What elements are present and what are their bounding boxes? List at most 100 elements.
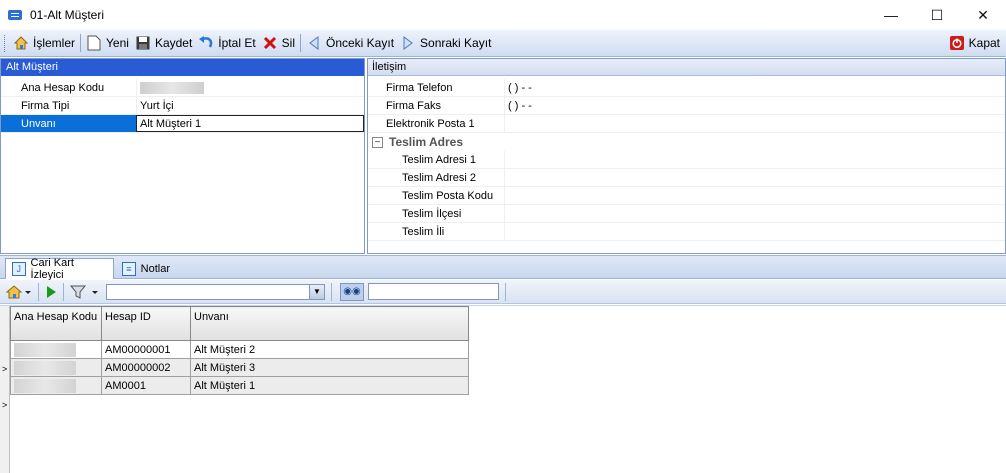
home-menu-button[interactable] [6, 282, 32, 302]
search-input[interactable] [368, 283, 499, 300]
firma-faks-input[interactable]: ( ) - - [504, 97, 1005, 114]
column-header-hesap-id[interactable]: Hesap ID [101, 306, 191, 341]
new-label: Yeni [106, 36, 129, 50]
cell-hesap-id[interactable]: AM00000001 [101, 340, 191, 359]
chevron-right-icon: > [2, 400, 8, 410]
undo-icon [198, 35, 214, 51]
property-row-firma-telefon[interactable]: Firma Telefon ( ) - - [368, 79, 1005, 97]
close-window-button[interactable]: ✕ [960, 0, 1006, 30]
maximize-button[interactable]: ☐ [914, 0, 960, 30]
close-form-button[interactable]: Kapat [946, 32, 1003, 54]
window-controls: — ☐ ✕ [868, 0, 1006, 30]
table-row[interactable]: AM00000002 Alt Müşteri 3 [10, 358, 469, 377]
previous-icon [306, 35, 322, 51]
elektronik-posta-input[interactable] [504, 115, 1005, 132]
cell-ana-hesap-kodu[interactable] [10, 358, 102, 377]
column-header-ana-hesap-kodu[interactable]: Ana Hesap Kodu [10, 306, 102, 341]
binoculars-icon: ◉◉ [343, 286, 361, 297]
next-record-button[interactable]: Sonraki Kayıt [397, 32, 494, 54]
home-icon [6, 284, 31, 298]
teslim-ilcesi-input[interactable] [504, 205, 1005, 222]
property-label: Teslim Posta Kodu [402, 190, 494, 202]
teslim-posta-kodu-input[interactable] [504, 187, 1005, 204]
property-row-unvani[interactable]: Unvanı Alt Müşteri 1 [1, 115, 364, 133]
property-label: Teslim Adresi 1 [402, 154, 476, 166]
filter-menu-button[interactable] [70, 282, 100, 302]
cell-hesap-id[interactable]: AM0001 [101, 376, 191, 395]
property-row-elektronik-posta[interactable]: Elektronik Posta 1 [368, 115, 1005, 133]
main-toolbar: İşlemler Yeni Kaydet İptal Et Sil Önceki… [0, 30, 1006, 57]
unvani-input[interactable]: Alt Müşteri 1 [136, 115, 364, 132]
property-row-firma-faks[interactable]: Firma Faks ( ) - - [368, 97, 1005, 115]
property-row-ana-hesap-kodu[interactable]: Ana Hesap Kodu [1, 79, 364, 97]
cell-ana-hesap-kodu[interactable] [10, 376, 102, 395]
cell-hesap-id[interactable]: AM00000002 [101, 358, 191, 377]
cancel-button[interactable]: İptal Et [195, 32, 258, 54]
cell-unvani[interactable]: Alt Müşteri 2 [190, 340, 469, 359]
next-icon [400, 35, 416, 51]
chevron-down-icon[interactable]: ▼ [309, 284, 324, 299]
column-header-unvani[interactable]: Unvanı [190, 306, 469, 341]
tab-label: Notlar [140, 262, 170, 275]
property-label: Teslim Adresi 2 [402, 172, 476, 184]
cell-unvani[interactable]: Alt Müşteri 1 [190, 376, 469, 395]
cell-unvani[interactable]: Alt Müşteri 3 [190, 358, 469, 377]
table-row[interactable]: AM0001 Alt Müşteri 1 [10, 376, 469, 395]
row-indicator-column[interactable]: > > [0, 306, 10, 473]
find-button[interactable]: ◉◉ [340, 282, 364, 301]
new-button[interactable]: Yeni [83, 32, 132, 54]
redacted-value [14, 360, 76, 375]
toolbar-separator [38, 282, 39, 301]
home-icon [13, 35, 29, 51]
new-document-icon [86, 35, 102, 51]
property-row-teslim-posta-kodu[interactable]: Teslim Posta Kodu [368, 187, 1005, 205]
minimize-button[interactable]: — [868, 0, 914, 30]
property-label: Unvanı [1, 115, 136, 132]
delete-button[interactable]: Sil [259, 32, 298, 54]
teslim-adresi-2-input[interactable] [504, 169, 1005, 186]
table-row[interactable]: AM00000001 Alt Müşteri 2 [10, 340, 469, 359]
property-row-teslim-ili[interactable]: Teslim İli [368, 223, 1005, 241]
tab-cari-kart-izleyici[interactable]: J Cari Kart İzleyici [5, 257, 114, 281]
power-icon [949, 35, 965, 51]
cari-kart-grid: > > Ana Hesap Kodu Hesap ID Unvanı AM000… [0, 305, 1006, 473]
bottom-tabstrip: J Cari Kart İzleyici ≡ Notlar [0, 255, 1006, 281]
property-row-firma-tipi[interactable]: Firma Tipi Yurt İçi [1, 97, 364, 115]
save-label: Kaydet [154, 36, 193, 50]
grid-toolbar: ▼ ◉◉ [0, 280, 1006, 304]
property-row-teslim-ilcesi[interactable]: Teslim İlçesi [368, 205, 1005, 223]
cell-ana-hesap-kodu[interactable] [10, 340, 102, 359]
previous-record-button[interactable]: Önceki Kayıt [303, 32, 397, 54]
firma-telefon-input[interactable]: ( ) - - [504, 79, 1005, 96]
firma-tipi-value[interactable]: Yurt İçi [136, 97, 364, 114]
collapse-toggle-icon[interactable]: − [372, 136, 383, 148]
category-label: Teslim Adres [389, 135, 464, 149]
tab-notlar[interactable]: ≡ Notlar [116, 258, 176, 279]
teslim-adres-category[interactable]: − Teslim Adres [368, 133, 1005, 151]
save-button[interactable]: Kaydet [132, 32, 195, 54]
teslim-adresi-1-input[interactable] [504, 151, 1005, 168]
run-button[interactable] [45, 282, 57, 302]
play-icon [47, 285, 56, 298]
toolbar-grip[interactable] [4, 34, 7, 52]
property-row-teslim-adresi-1[interactable]: Teslim Adresi 1 [368, 151, 1005, 169]
alt-musteri-panel: Alt Müşteri Ana Hesap Kodu Firma Tipi Yu… [0, 58, 365, 254]
window-titlebar: 01-Alt Müşteri — ☐ ✕ [0, 0, 1006, 30]
previous-record-label: Önceki Kayıt [326, 36, 395, 50]
property-row-teslim-adresi-2[interactable]: Teslim Adresi 2 [368, 169, 1005, 187]
card-icon: J [12, 262, 26, 276]
teslim-ili-input[interactable] [504, 223, 1005, 240]
close-form-label: Kapat [968, 36, 1000, 50]
iletisim-panel: İletişim Firma Telefon ( ) - - Firma Fak… [367, 58, 1006, 254]
save-icon [135, 35, 151, 51]
islemler-label: İşlemler [33, 36, 76, 50]
islemler-button[interactable]: İşlemler [10, 32, 78, 54]
filter-combo[interactable]: ▼ [106, 283, 325, 300]
delete-icon [262, 35, 278, 51]
property-label: Teslim İli [402, 226, 445, 238]
notes-icon: ≡ [122, 261, 136, 276]
next-record-label: Sonraki Kayıt [420, 36, 492, 50]
toolbar-separator [63, 282, 64, 301]
filter-icon [70, 285, 98, 299]
ana-hesap-kodu-value[interactable] [136, 79, 364, 96]
